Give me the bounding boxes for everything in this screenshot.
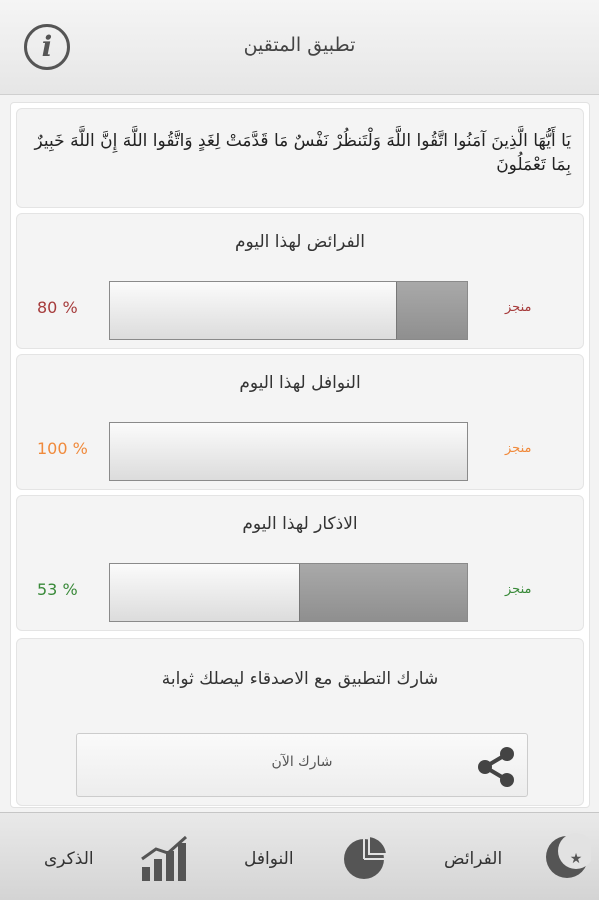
progress-bar xyxy=(109,563,468,622)
nawafil-card: النوافل لهذا اليوم 100 % منجز xyxy=(16,354,584,490)
share-card: شارك التطبيق مع الاصدقاء ليصلك ثوابة شار… xyxy=(16,638,584,806)
done-label: منجز xyxy=(505,582,532,597)
share-icon xyxy=(478,747,514,787)
adhkar-card: الاذكار لهذا اليوم 53 % منجز xyxy=(16,495,584,631)
card-title: النوافل لهذا اليوم xyxy=(239,373,361,393)
bar-chart-icon xyxy=(141,835,187,881)
share-button-label: شارك الآن xyxy=(271,754,333,770)
progress-fill xyxy=(299,564,467,621)
app-header: i تطبيق المتقين xyxy=(0,0,599,95)
progress-bar xyxy=(109,281,468,340)
nav-label-nawafil: النوافل xyxy=(244,849,294,869)
done-label: منجز xyxy=(505,300,532,315)
nav-item-nawafil[interactable]: النوافل xyxy=(200,813,399,900)
percent-value: 100 % xyxy=(37,439,88,458)
verse-card: يَا أَيُّهَا الَّذِينَ آمَنُوا اتَّقُوا … xyxy=(16,108,584,208)
card-title: الفرائض لهذا اليوم xyxy=(235,232,365,252)
nav-label-adhkar: الذكرى xyxy=(44,849,94,869)
done-label: منجز xyxy=(505,441,532,456)
share-now-button[interactable]: شارك الآن xyxy=(76,733,528,797)
moon-star-icon: ★ xyxy=(546,833,591,878)
bottom-nav: الفرائض ★ النوافل الذكرى xyxy=(0,812,599,900)
nav-item-faraid[interactable]: الفرائض ★ xyxy=(400,813,599,900)
verse-text: يَا أَيُّهَا الَّذِينَ آمَنُوا اتَّقُوا … xyxy=(34,131,571,175)
app-title: تطبيق المتقين xyxy=(243,34,356,56)
card-title: الاذكار لهذا اليوم xyxy=(242,514,358,534)
nav-item-adhkar[interactable]: الذكرى xyxy=(0,813,199,900)
progress-bar xyxy=(109,422,468,481)
percent-value: 80 % xyxy=(37,298,78,317)
percent-value: 53 % xyxy=(37,580,78,599)
faraid-card: الفرائض لهذا اليوم 80 % منجز xyxy=(16,213,584,349)
nav-label-faraid: الفرائض xyxy=(444,849,503,869)
share-message: شارك التطبيق مع الاصدقاء ليصلك ثوابة xyxy=(161,669,439,689)
progress-fill xyxy=(395,282,467,339)
pie-chart-icon xyxy=(344,834,389,879)
svg-text:★: ★ xyxy=(570,851,583,867)
